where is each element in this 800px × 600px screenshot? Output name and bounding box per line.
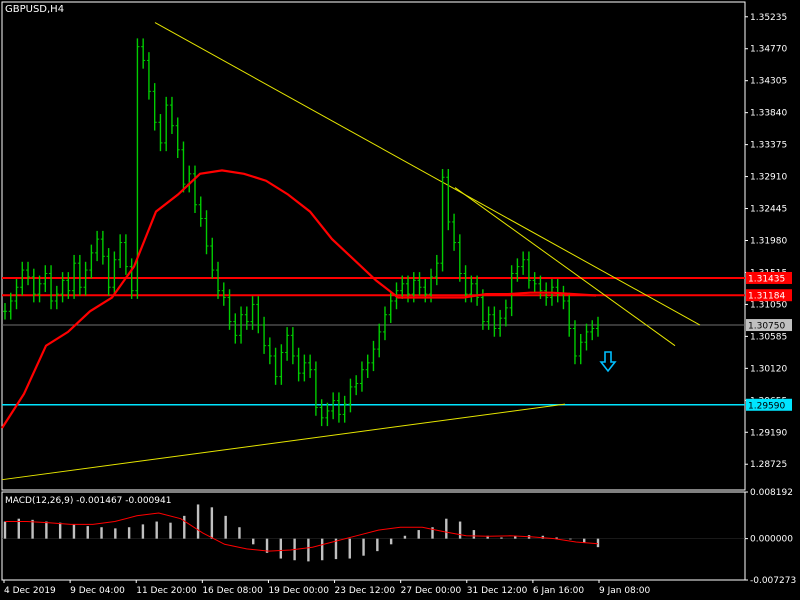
time-axis-label: 23 Dec 12:00 (335, 586, 396, 596)
price-tick-label: 1.34305 (750, 77, 787, 87)
macd-histogram-bar (569, 538, 572, 540)
macd-histogram-bar (31, 519, 34, 539)
price-level-tag-label: 1.31435 (748, 274, 785, 284)
macd-histogram-bar (127, 527, 131, 539)
macd-tick-label: -0.007273 (750, 576, 796, 586)
macd-histogram-bar (196, 504, 200, 539)
macd-histogram-bar (583, 538, 586, 543)
time-axis-label: 27 Dec 00:00 (401, 586, 462, 596)
price-level-tag-label: 1.31184 (748, 292, 785, 302)
macd-histogram-bar (114, 528, 117, 539)
macd-histogram-bar (500, 537, 503, 539)
time-axis-label: 16 Dec 08:00 (202, 586, 263, 596)
price-tick-label: 1.33375 (750, 141, 787, 151)
macd-histogram-bar (348, 538, 351, 559)
current-price-tag-label: 1.30750 (748, 322, 785, 332)
price-tick-label: 1.33840 (750, 109, 787, 119)
price-tick-label: 1.35235 (750, 13, 787, 23)
macd-histogram-bar (210, 507, 214, 539)
time-axis-label: 6 Jan 16:00 (533, 586, 585, 596)
symbol-timeframe-label: GBPUSD,H4 (5, 4, 65, 15)
macd-indicator-label: MACD(12,26,9) -0.001467 -0.000941 (5, 496, 172, 506)
macd-histogram-bar (403, 535, 407, 539)
price-tick-label: 1.31980 (750, 237, 787, 247)
macd-histogram-bar (307, 538, 310, 562)
macd-histogram-bar (252, 538, 255, 545)
macd-histogram-bar (155, 521, 158, 539)
macd-histogram-bar (45, 521, 48, 539)
price-tick-label: 1.31050 (750, 300, 787, 310)
chart-window[interactable]: 1.35235 1.34770 1.34305 1.33840 1.33375 1.329… (0, 0, 800, 600)
price-tick-label: 1.32445 (750, 205, 787, 215)
macd-tick-label: 0.008192 (750, 488, 793, 498)
macd-histogram-bar (596, 538, 600, 548)
macd-histogram-bar (58, 522, 62, 539)
macd-histogram-bar (458, 521, 462, 539)
macd-histogram-bar (86, 526, 89, 539)
macd-histogram-bar (279, 538, 283, 559)
time-axis-label: 4 Dec 2019 (4, 586, 56, 596)
macd-histogram-bar (362, 538, 365, 556)
macd-histogram-bar (183, 515, 186, 539)
macd-histogram-bar (514, 536, 517, 539)
macd-histogram-bar (472, 530, 476, 539)
macd-histogram-bar (320, 538, 324, 561)
price-tick-label: 1.29190 (750, 428, 787, 438)
time-axis-label: 19 Dec 00:00 (268, 586, 329, 596)
macd-histogram-bar (389, 538, 393, 545)
macd-histogram-bar (376, 538, 379, 552)
price-tick-label: 1.28725 (750, 460, 787, 470)
price-tick-label: 1.30585 (750, 332, 787, 342)
macd-histogram-bar (72, 524, 76, 539)
macd-histogram-bar (238, 527, 241, 539)
macd-histogram-bar (100, 527, 103, 539)
time-axis-label: 9 Jan 08:00 (599, 586, 651, 596)
price-tick-label: 1.32910 (750, 173, 787, 183)
price-level-tag-label: 1.29590 (748, 401, 785, 411)
price-tick-label: 1.30120 (750, 364, 787, 374)
time-axis-label: 31 Dec 12:00 (467, 586, 528, 596)
macd-histogram-bar (224, 515, 227, 539)
macd-histogram-bar (3, 521, 7, 539)
macd-tick-label: 0.000000 (750, 535, 793, 545)
macd-histogram-bar (141, 524, 145, 539)
macd-histogram-bar (417, 530, 420, 539)
macd-histogram-bar (445, 518, 448, 539)
price-tick-label: 1.34770 (750, 45, 787, 55)
macd-histogram-bar (169, 522, 172, 539)
chart-background (0, 0, 800, 600)
time-axis-label: 9 Dec 04:00 (70, 586, 125, 596)
time-axis-label: 11 Dec 20:00 (136, 586, 197, 596)
